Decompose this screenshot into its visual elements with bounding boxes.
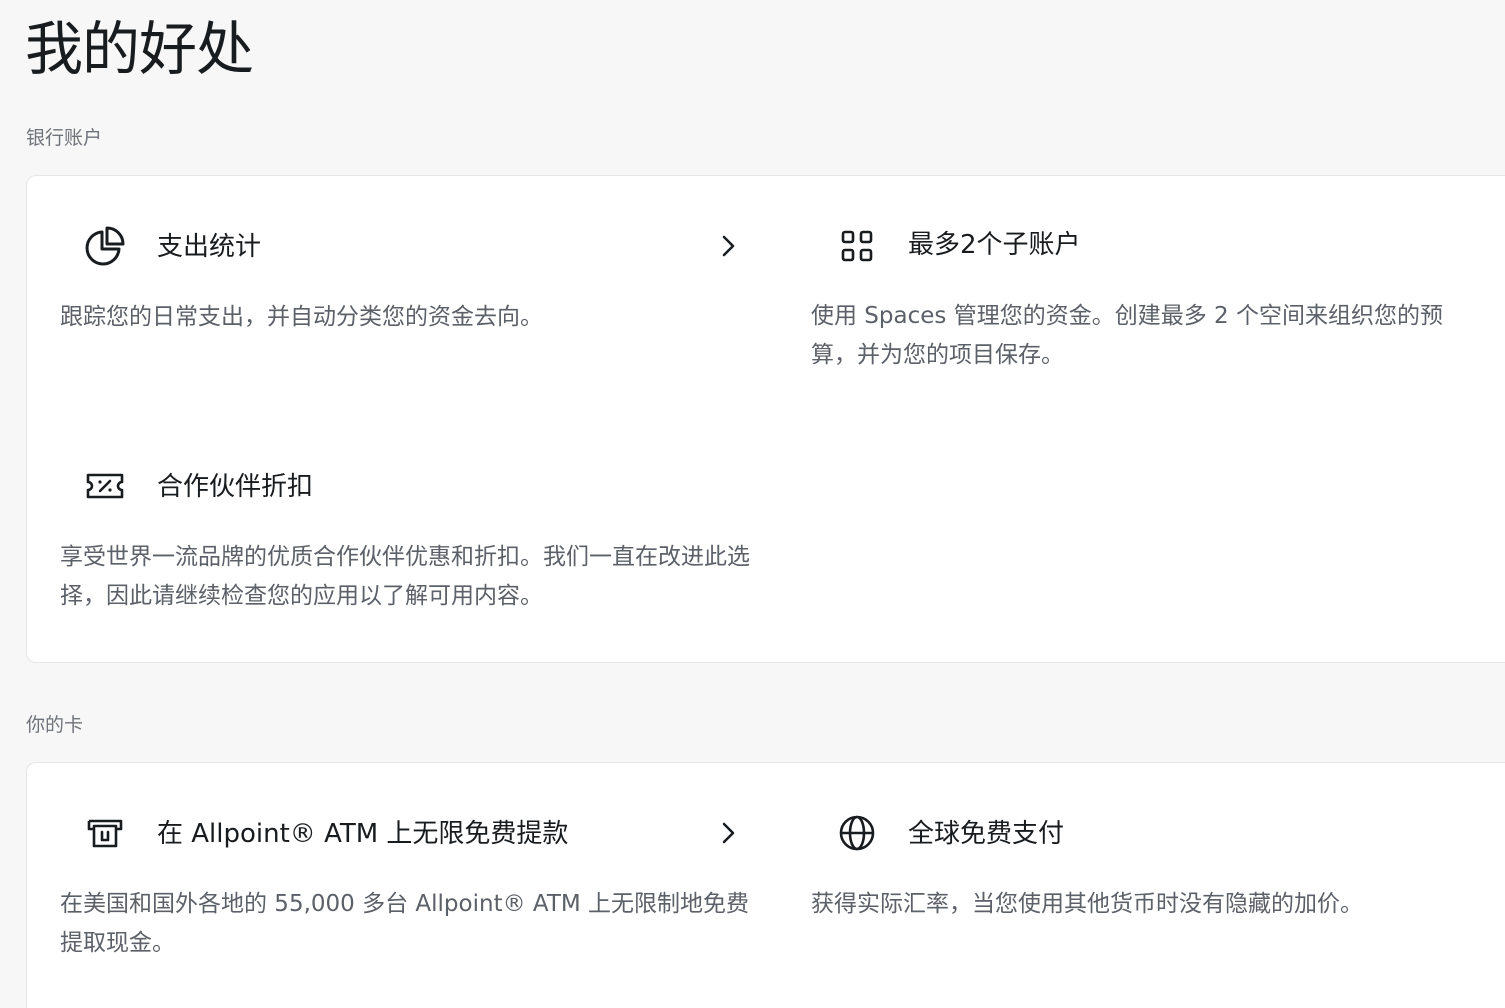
benefit-sub-accounts: 最多2个子账户 使用 Spaces 管理您的资金。创建最多 2 个空间来组织您的…: [811, 222, 1491, 382]
card-benefits-card: 在 Allpoint® ATM 上无限免费提款 在美国和国外各地的 55,000…: [26, 762, 1505, 1008]
benefit-global-payments: 全球免费支付 获得实际汇率，当您使用其他货币时没有隐藏的加价。: [811, 809, 1491, 929]
chevron-right-icon[interactable]: [716, 821, 740, 845]
benefit-description: 享受世界一流品牌的优质合作伙伴优惠和折扣。我们一直在改进此选择，因此请继续检查您…: [60, 544, 750, 609]
pie-chart-icon: [83, 224, 127, 268]
grid-icon: [835, 224, 879, 268]
globe-icon: [835, 811, 879, 855]
benefits-page: 我的好处 银行账户 支出统计 跟踪您的日常支出，并自动分类您的资金去向。 最多2…: [0, 0, 1505, 1008]
discount-ticket-icon: [83, 464, 127, 508]
page-title: 我的好处: [25, 15, 254, 83]
section-label-cards: 你的卡: [26, 714, 84, 736]
benefit-description: 在美国和国外各地的 55,000 多台 Allpoint® ATM 上无限制地免…: [60, 891, 750, 956]
benefit-title: 在 Allpoint® ATM 上无限免费提款: [157, 819, 569, 849]
benefit-description: 使用 Spaces 管理您的资金。创建最多 2 个空间来组织您的预算，并为您的项…: [811, 303, 1443, 368]
benefit-title: 最多2个子账户: [908, 230, 1081, 260]
benefit-title: 全球免费支付: [908, 819, 1065, 849]
benefit-title: 支出统计: [157, 232, 262, 262]
benefit-spending-stats[interactable]: 支出统计 跟踪您的日常支出，并自动分类您的资金去向。: [60, 222, 760, 342]
benefit-partner-discounts: 合作伙伴折扣 享受世界一流品牌的优质合作伙伴优惠和折扣。我们一直在改进此选择，因…: [60, 462, 760, 622]
bank-benefits-card: 支出统计 跟踪您的日常支出，并自动分类您的资金去向。 最多2个子账户 使用 Sp…: [26, 175, 1505, 663]
section-label-bank: 银行账户: [26, 127, 103, 149]
benefit-description: 获得实际汇率，当您使用其他货币时没有隐藏的加价。: [811, 891, 1363, 917]
atm-icon: [83, 811, 127, 855]
chevron-right-icon[interactable]: [716, 234, 740, 258]
benefit-title: 合作伙伴折扣: [157, 472, 314, 502]
benefit-description: 跟踪您的日常支出，并自动分类您的资金去向。: [60, 304, 543, 330]
benefit-atm-withdrawals[interactable]: 在 Allpoint® ATM 上无限免费提款 在美国和国外各地的 55,000…: [60, 809, 760, 969]
